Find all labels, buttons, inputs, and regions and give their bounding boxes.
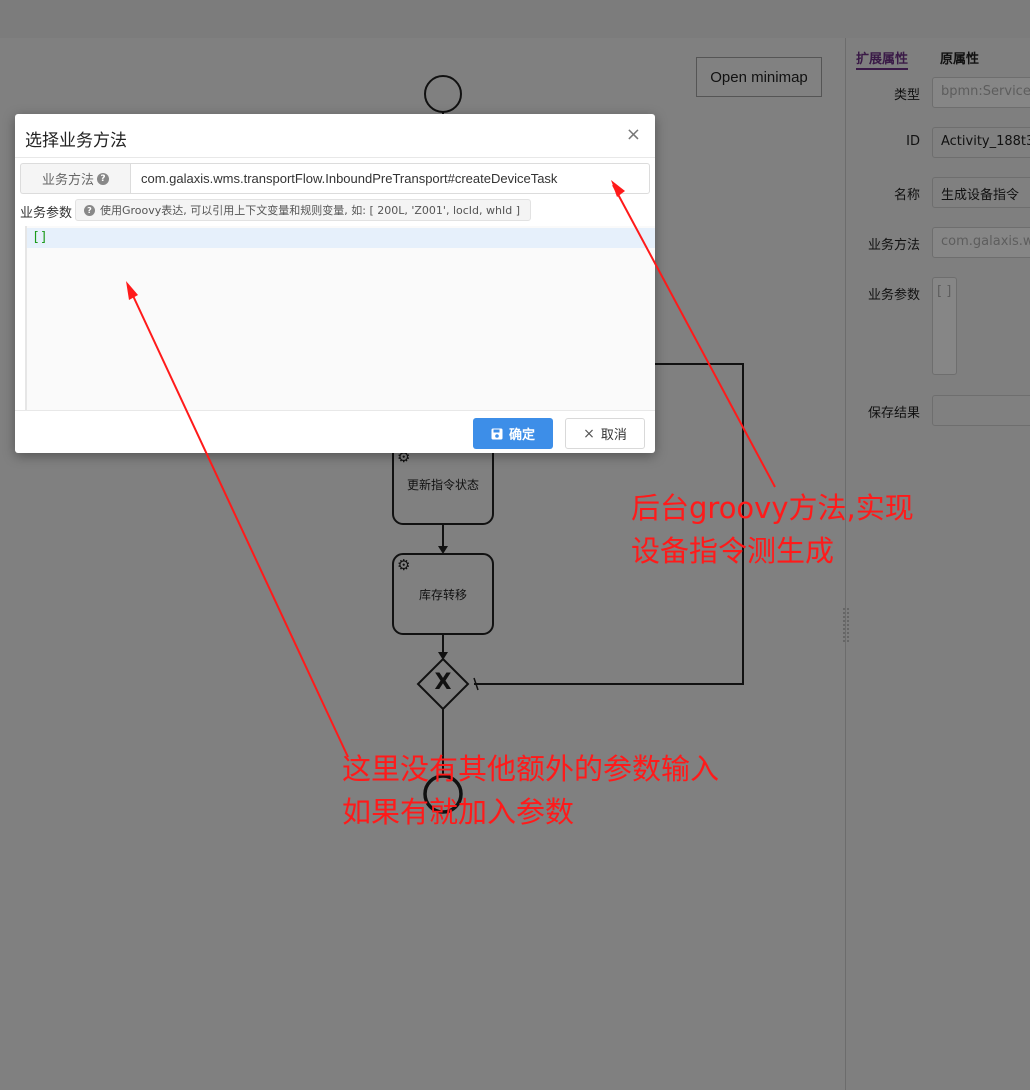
params-label: 业务参数 bbox=[20, 206, 73, 221]
arrowhead bbox=[438, 546, 448, 554]
resize-handle[interactable] bbox=[843, 608, 849, 642]
cancel-label: 取消 bbox=[600, 428, 627, 443]
prop-label-save-result: 保存结果 bbox=[867, 406, 920, 421]
confirm-button[interactable]: 确定 bbox=[473, 418, 553, 449]
prop-field-params[interactable]: [ ] bbox=[932, 277, 957, 375]
prop-label-params: 业务参数 bbox=[867, 288, 920, 303]
prop-field-name[interactable]: 生成设备指令 bbox=[932, 177, 1030, 208]
params-tip-text: 使用Groovy表达, 可以引用上下文变量和规则变量, 如: [ 200L, '… bbox=[100, 204, 520, 217]
start-event[interactable] bbox=[424, 75, 462, 113]
gear-icon: ⚙ bbox=[397, 556, 411, 574]
annotation-right-line2: 设备指令测生成 bbox=[631, 534, 835, 568]
confirm-label: 确定 bbox=[508, 428, 535, 443]
params-tip: ? 使用Groovy表达, 可以引用上下文变量和规则变量, 如: [ 200L,… bbox=[75, 199, 531, 221]
task-label: 库存转移 bbox=[418, 588, 467, 602]
prop-label-method: 业务方法 bbox=[867, 238, 920, 253]
prop-field-type[interactable]: bpmn:ServiceTask bbox=[932, 77, 1030, 108]
tab-extended-properties[interactable]: 扩展属性 bbox=[856, 44, 909, 70]
dialog-title: 选择业务方法 bbox=[25, 131, 127, 151]
annotation-bottom-line1: 这里没有其他额外的参数输入 bbox=[342, 752, 720, 786]
gateway-x-icon: X bbox=[434, 670, 452, 695]
annotation-right-line1: 后台groovy方法,实现 bbox=[631, 491, 914, 525]
divider bbox=[15, 157, 655, 158]
prop-field-save-result[interactable] bbox=[932, 395, 1030, 426]
cancel-button[interactable]: × 取消 bbox=[565, 418, 645, 449]
properties-panel: 扩展属性 原属性 类型 bpmn:ServiceTask ID Activity… bbox=[843, 38, 1030, 1090]
annotation-bottom-line2: 如果有就加入参数 bbox=[342, 795, 575, 829]
method-field-group: 业务方法 ? bbox=[20, 163, 650, 194]
method-label: 业务方法 ? bbox=[20, 163, 130, 194]
prop-field-method[interactable]: com.galaxis.wms bbox=[932, 227, 1030, 258]
tab-original-properties[interactable]: 原属性 bbox=[940, 44, 979, 70]
close-icon: × bbox=[583, 425, 595, 442]
prop-label-id: ID bbox=[906, 134, 920, 149]
close-icon[interactable]: × bbox=[626, 124, 641, 145]
prop-field-id[interactable]: Activity_188t3 bbox=[932, 127, 1030, 158]
method-input[interactable] bbox=[130, 163, 650, 194]
help-icon[interactable]: ? bbox=[97, 172, 109, 185]
code-line[interactable]: [] bbox=[27, 228, 655, 248]
task-label: 更新指令状态 bbox=[406, 478, 479, 492]
method-label-text: 业务方法 bbox=[41, 173, 94, 188]
help-icon: ? bbox=[84, 204, 95, 216]
divider bbox=[15, 410, 655, 411]
prop-label-name: 名称 bbox=[893, 188, 920, 203]
params-code-editor[interactable]: [] bbox=[25, 226, 655, 410]
prop-label-type: 类型 bbox=[893, 88, 920, 103]
save-icon bbox=[491, 428, 503, 439]
select-method-dialog: 选择业务方法 × 业务方法 ? 业务参数 ? 使用Groovy表达, 可以引用上… bbox=[15, 114, 655, 453]
